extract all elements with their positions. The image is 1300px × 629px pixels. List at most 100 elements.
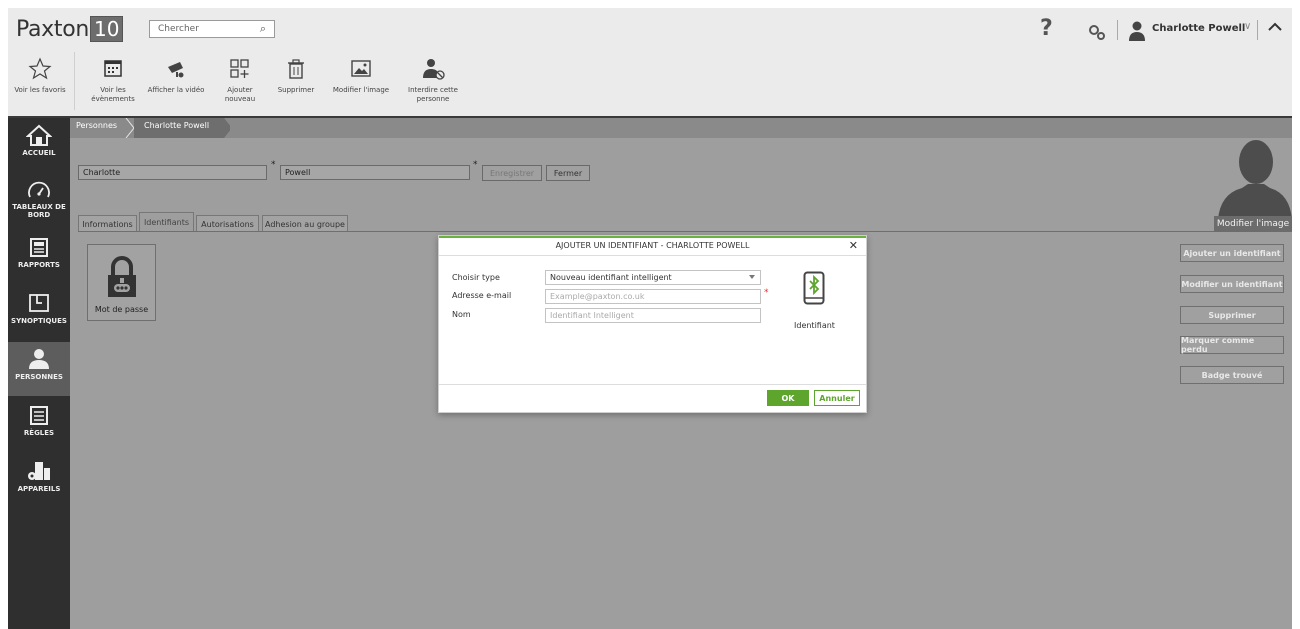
person-icon <box>29 349 49 369</box>
home-icon <box>26 124 52 146</box>
breadcrumb: Personnes Charlotte Powell <box>70 118 1292 138</box>
cancel-button[interactable]: Annuler <box>814 390 860 406</box>
nav-label: TABLEAUX DE BORD <box>12 203 66 219</box>
breadcrumb-people[interactable]: Personnes <box>76 121 117 130</box>
nav-label: ACCUEIL <box>22 149 56 157</box>
toolbar-favorites-button[interactable]: Voir les favoris <box>8 56 72 112</box>
block-person-icon <box>423 59 445 80</box>
user-avatar-icon[interactable] <box>1126 20 1148 42</box>
nav-label: RAPPORTS <box>18 261 60 269</box>
nav-item-people[interactable]: PERSONNES <box>8 342 70 396</box>
nav-label: SYNOPTIQUES <box>11 317 67 325</box>
tab-autorisations[interactable]: Autorisations <box>196 215 259 232</box>
tab-adhesion-groupe[interactable]: Adhesion au groupe <box>262 215 348 232</box>
toolbar-events-button[interactable]: Voir les évènements <box>87 56 139 112</box>
add-credential-dialog: AJOUTER UN IDENTIFIANT - CHARLOTTE POWEL… <box>438 235 867 413</box>
top-bar: Paxton 10 Chercher ⌕ ? Charlotte Powell … <box>8 8 1292 116</box>
nav-label: APPAREILS <box>17 485 61 493</box>
tab-identifiants[interactable]: Identifiants <box>139 212 194 232</box>
tabs-divider <box>78 231 1292 232</box>
dialog-footer-divider <box>439 384 866 385</box>
image-icon <box>351 60 371 77</box>
dashboard-icon <box>28 181 50 198</box>
nav-label: PERSONNES <box>15 373 63 381</box>
toolbar-label: Voir les évènements <box>91 86 135 103</box>
close-icon[interactable]: ✕ <box>849 239 858 252</box>
dropdown-arrow-icon <box>749 275 755 279</box>
credential-type-value: Nouveau identifiant intelligent <box>550 273 672 282</box>
breadcrumb-current: Charlotte Powell <box>144 121 210 130</box>
credential-label: Mot de passe <box>94 305 149 314</box>
last-name-field[interactable]: Powell <box>280 165 470 180</box>
dialog-header-divider <box>439 255 866 256</box>
toolbar-label: Modifier l'image <box>332 86 390 94</box>
name-label: Nom <box>452 310 471 319</box>
save-button[interactable]: Enregistrer <box>482 165 542 181</box>
logo-text: Paxton <box>16 16 90 42</box>
padlock-icon <box>107 256 136 297</box>
search-placeholder: Chercher <box>158 24 199 34</box>
camera-icon <box>168 62 184 78</box>
calendar-icon <box>104 60 122 77</box>
credential-type-select[interactable]: Nouveau identifiant intelligent <box>545 270 761 285</box>
toolbar-label: Supprimer <box>277 86 315 94</box>
required-marker: * <box>473 160 478 170</box>
edit-photo-button[interactable]: Modifier l'image <box>1214 216 1292 232</box>
toolbar-label: Afficher la vidéo <box>147 86 205 94</box>
toolbar-label: Interdire cette personne <box>408 86 458 103</box>
nav-item-rules[interactable]: RÈGLES <box>8 398 70 452</box>
settings-gear-icon[interactable] <box>1087 22 1107 42</box>
credential-icon-label: Identifiant <box>794 321 835 330</box>
help-icon[interactable]: ? <box>1040 16 1053 41</box>
nav-item-home[interactable]: ACCUEIL <box>8 118 70 172</box>
first-name-field[interactable]: Charlotte <box>78 165 267 180</box>
add-grid-icon <box>230 59 249 78</box>
nav-item-reports[interactable]: RAPPORTS <box>8 230 70 284</box>
left-navigation: ACCUEIL TABLEAUX DE BORD RAPPORTS SYNOPT… <box>8 118 70 629</box>
floorplan-icon <box>29 294 49 312</box>
required-marker: * <box>271 160 276 170</box>
nav-item-floorplans[interactable]: SYNOPTIQUES <box>8 286 70 340</box>
toolbar-divider <box>74 52 75 110</box>
mark-lost-button[interactable]: Marquer comme perdu <box>1180 336 1284 354</box>
toolbar-add-button[interactable]: Ajouter nouveau <box>212 56 268 112</box>
tab-informations[interactable]: Informations <box>78 215 137 232</box>
edit-credential-button[interactable]: Modifier un identifiant <box>1180 275 1284 293</box>
search-icon[interactable]: ⌕ <box>260 22 266 36</box>
separator <box>1117 20 1118 40</box>
ok-button[interactable]: OK <box>767 390 809 406</box>
type-label: Choisir type <box>452 273 500 282</box>
nav-item-dashboards[interactable]: TABLEAUX DE BORD <box>8 174 70 228</box>
toolbar-label: Voir les favoris <box>14 86 66 94</box>
dialog-accent-bar <box>439 236 866 238</box>
trash-icon <box>288 59 304 79</box>
dialog-title: AJOUTER UN IDENTIFIANT - CHARLOTTE POWEL… <box>555 241 750 250</box>
add-credential-button[interactable]: Ajouter un identifiant <box>1180 244 1284 262</box>
toolbar-ban-person-button[interactable]: Interdire cette personne <box>400 56 466 112</box>
separator <box>1257 20 1258 40</box>
badge-found-button[interactable]: Badge trouvé <box>1180 366 1284 384</box>
app-window: Paxton 10 Chercher ⌕ ? Charlotte Powell … <box>8 8 1292 629</box>
credential-card-password[interactable]: Mot de passe <box>87 244 156 321</box>
logo-version: 10 <box>90 16 124 42</box>
close-button[interactable]: Fermer <box>546 165 590 181</box>
bluetooth-phone-icon <box>803 271 825 305</box>
paxton-logo: Paxton 10 <box>16 15 124 43</box>
toolbar-video-button[interactable]: Afficher la vidéo <box>145 56 207 112</box>
toolbar-delete-button[interactable]: Supprimer <box>270 56 322 112</box>
search-input[interactable]: Chercher ⌕ <box>149 20 275 38</box>
user-name[interactable]: Charlotte Powell <box>1152 23 1245 34</box>
required-marker: * <box>764 288 769 298</box>
email-label: Adresse e-mail <box>452 291 512 300</box>
nav-item-devices[interactable]: APPAREILS <box>8 454 70 508</box>
collapse-up-icon[interactable] <box>1266 18 1284 36</box>
email-field[interactable]: Example@paxton.co.uk <box>545 289 761 304</box>
name-field[interactable]: Identifiant Intelligent <box>545 308 761 323</box>
report-icon <box>30 238 48 257</box>
star-icon <box>28 57 52 80</box>
delete-credential-button[interactable]: Supprimer <box>1180 306 1284 324</box>
chevron-down-icon[interactable]: ∨ <box>1244 21 1251 32</box>
toolbar-edit-image-button[interactable]: Modifier l'image <box>325 56 397 112</box>
person-photo-placeholder-icon[interactable] <box>1214 138 1292 220</box>
toolbar-label: Ajouter nouveau <box>224 86 256 103</box>
